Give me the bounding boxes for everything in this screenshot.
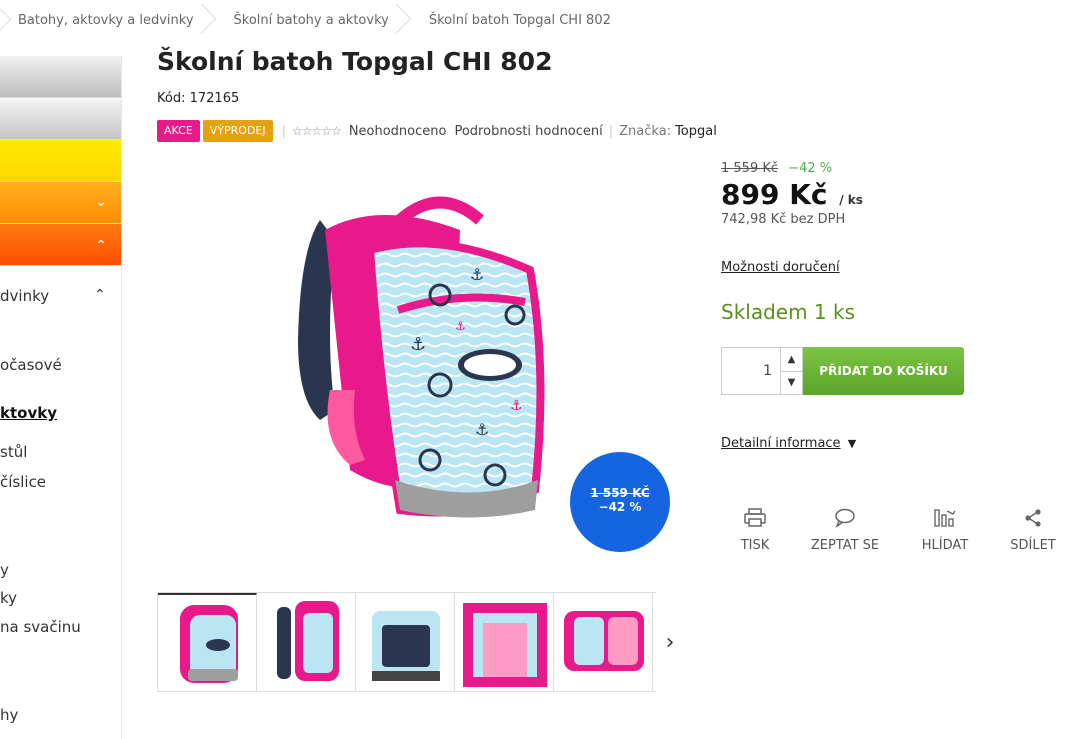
watch-button[interactable]: HLÍDAT	[910, 508, 980, 553]
rating-stars-icon[interactable]: ☆☆☆☆☆	[292, 124, 342, 138]
discount-percent: −42 %	[788, 161, 833, 176]
thumbnail-image[interactable]	[554, 593, 653, 691]
quantity-increase-icon[interactable]: ▲	[781, 348, 802, 372]
chat-bubble-icon	[835, 508, 855, 528]
sidebar-item[interactable]: y	[0, 561, 9, 579]
discount-badge: 1 559 KČ −42 %	[570, 452, 670, 552]
product-code-value: 172165	[189, 91, 240, 106]
thumbnail-image[interactable]	[257, 593, 356, 691]
svg-text:⚓: ⚓	[475, 420, 489, 439]
breadcrumb: Batohy, aktovky a ledvinky Školní batohy…	[0, 0, 633, 40]
brand-link[interactable]: Topgal	[675, 124, 717, 139]
breadcrumb-label[interactable]: Školní batohy a aktovky	[234, 13, 389, 28]
sidebar-item[interactable]: ky	[0, 589, 17, 607]
chevron-down-icon[interactable]: ⌄	[95, 194, 107, 210]
watch-chart-icon	[934, 509, 956, 527]
breadcrumb-item-subcategory[interactable]: Školní batohy a aktovky	[216, 0, 411, 40]
ask-question-button[interactable]: ZEPTAT SE	[810, 508, 880, 553]
current-price: 899 Kč / ks	[721, 178, 863, 211]
divider: |	[608, 123, 614, 139]
sidebar-item[interactable]: číslice	[0, 473, 46, 491]
product-code: Kód: 172165	[157, 91, 239, 106]
rating-details-link[interactable]: Podrobnosti hodnocení	[454, 124, 602, 139]
chevron-down-icon[interactable]: ▼	[848, 437, 856, 450]
product-main-image[interactable]: ⚓ ⚓ ⚓ ⚓ ⚓	[280, 190, 560, 530]
svg-text:⚓: ⚓	[455, 319, 466, 333]
sidebar-item[interactable]: na svačinu	[0, 618, 81, 636]
old-price: 1 559 Kč	[721, 161, 779, 176]
sidebar-item[interactable]: stůl	[0, 443, 27, 461]
price-value: 899 Kč	[721, 178, 828, 211]
sidebar-category-band[interactable]	[0, 140, 121, 182]
sidebar-item[interactable]: hy	[0, 706, 18, 724]
stock-status: Skladem 1 ks	[721, 300, 856, 324]
svg-text:⚓: ⚓	[470, 265, 484, 284]
price-without-vat: 742,98 Kč bez DPH	[721, 212, 846, 227]
breadcrumb-separator	[202, 0, 216, 40]
quantity-input[interactable]: 1	[722, 348, 780, 394]
breadcrumb-label: Školní batoh Topgal CHI 802	[428, 12, 611, 28]
print-button[interactable]: TISK	[720, 508, 790, 553]
sidebar-category-band[interactable]	[0, 56, 121, 98]
sidebar-item[interactable]: dvinky	[0, 287, 49, 305]
price-old-row: 1 559 Kč −42 %	[721, 161, 832, 176]
page-title: Školní batoh Topgal CHI 802	[157, 47, 553, 76]
thumbnail-gallery	[157, 592, 681, 692]
detail-info-toggle[interactable]: Detailní informace ▼	[721, 436, 856, 451]
action-label: TISK	[740, 538, 770, 553]
breadcrumb-item-current: Školní batoh Topgal CHI 802	[411, 0, 633, 40]
price-unit: / ks	[839, 193, 863, 207]
action-label: HLÍDAT	[921, 538, 969, 553]
flag-badge-akce: AKCE	[157, 120, 200, 142]
printer-icon	[744, 508, 766, 527]
badge-old-price: 1 559 KČ	[590, 486, 650, 500]
brand-label: Značka:	[619, 123, 672, 139]
svg-text:⚓: ⚓	[510, 398, 523, 414]
sidebar-category-band[interactable]: ⌄	[0, 182, 121, 224]
sidebar-item-active[interactable]: ktovky	[0, 404, 57, 422]
share-button[interactable]: SDÍLET	[998, 508, 1068, 553]
category-sidebar: ⌄ ⌃	[0, 56, 122, 739]
thumbnail-image[interactable]	[356, 593, 455, 691]
quantity-stepper[interactable]: 1 ▲ ▼	[721, 347, 803, 395]
flag-badge-vyprodej: VÝPRODEJ	[202, 120, 273, 142]
action-label: SDÍLET	[1010, 538, 1056, 553]
breadcrumb-label[interactable]: Batohy, aktovky a ledvinky	[18, 13, 194, 28]
chevron-up-icon[interactable]: ⌃	[95, 238, 107, 254]
chevron-up-icon[interactable]: ⌃	[94, 287, 106, 303]
share-icon	[1025, 509, 1041, 527]
add-to-cart-button[interactable]: PŘIDAT DO KOŠÍKU	[803, 347, 964, 395]
breadcrumb-item-category[interactable]: Batohy, aktovky a ledvinky	[0, 0, 216, 40]
quantity-arrows: ▲ ▼	[780, 348, 802, 394]
rating-text: Neohodnoceno	[348, 123, 447, 139]
divider: |	[281, 123, 287, 139]
thumbnail-image[interactable]	[455, 593, 554, 691]
detail-info-link[interactable]: Detailní informace	[721, 436, 841, 451]
delivery-options-link[interactable]: Možnosti doručení	[721, 260, 840, 275]
product-meta-row: AKCE VÝPRODEJ | ☆☆☆☆☆ Neohodnoceno Podro…	[157, 119, 717, 143]
breadcrumb-separator	[397, 0, 411, 40]
product-actions: TISK ZEPTAT SE HLÍDAT SDÍLET	[720, 508, 1080, 568]
sidebar-category-band[interactable]: ⌃	[0, 224, 121, 266]
thumbnail-image[interactable]	[158, 593, 257, 691]
sidebar-category-band[interactable]	[0, 98, 121, 140]
svg-text:⚓: ⚓	[410, 334, 426, 355]
chevron-right-icon[interactable]: ›	[656, 592, 684, 692]
product-code-label: Kód:	[157, 91, 186, 106]
quantity-decrease-icon[interactable]: ▼	[781, 372, 802, 395]
action-label: ZEPTAT SE	[810, 538, 880, 553]
sidebar-item[interactable]: očasové	[0, 356, 62, 374]
badge-discount: −42 %	[598, 500, 642, 514]
